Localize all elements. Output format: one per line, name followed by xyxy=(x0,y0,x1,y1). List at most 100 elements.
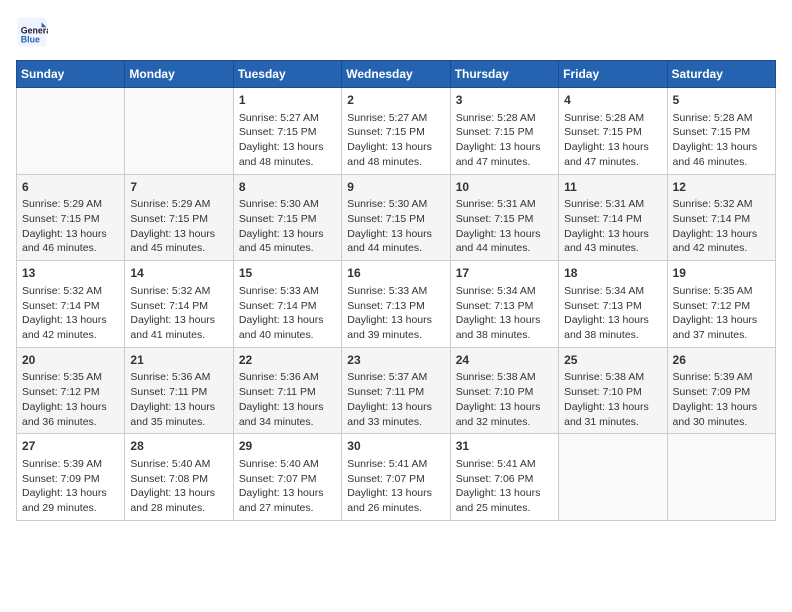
day-number: 8 xyxy=(239,179,336,196)
day-number: 9 xyxy=(347,179,444,196)
day-info: Sunrise: 5:34 AM Sunset: 7:13 PM Dayligh… xyxy=(564,285,649,341)
day-number: 3 xyxy=(456,92,553,109)
calendar-cell: 22 Sunrise: 5:36 AM Sunset: 7:11 PM Dayli… xyxy=(233,347,341,434)
day-info: Sunrise: 5:41 AM Sunset: 7:06 PM Dayligh… xyxy=(456,458,541,514)
day-info: Sunrise: 5:38 AM Sunset: 7:10 PM Dayligh… xyxy=(456,371,541,427)
day-number: 17 xyxy=(456,265,553,282)
day-number: 16 xyxy=(347,265,444,282)
svg-text:Blue: Blue xyxy=(21,34,40,44)
calendar-cell: 12 Sunrise: 5:32 AM Sunset: 7:14 PM Dayli… xyxy=(667,174,775,261)
day-info: Sunrise: 5:27 AM Sunset: 7:15 PM Dayligh… xyxy=(347,112,432,168)
calendar-cell: 7Sunrise: 5:29 AM Sunset: 7:15 PM Daylig… xyxy=(125,174,233,261)
day-info: Sunrise: 5:28 AM Sunset: 7:15 PM Dayligh… xyxy=(456,112,541,168)
calendar-cell: 3 Sunrise: 5:28 AM Sunset: 7:15 PM Daylig… xyxy=(450,88,558,175)
day-number: 20 xyxy=(22,352,119,369)
day-number: 24 xyxy=(456,352,553,369)
day-number: 15 xyxy=(239,265,336,282)
week-row-4: 20 Sunrise: 5:35 AM Sunset: 7:12 PM Dayli… xyxy=(17,347,776,434)
calendar-cell xyxy=(125,88,233,175)
day-info: Sunrise: 5:36 AM Sunset: 7:11 PM Dayligh… xyxy=(130,371,215,427)
calendar-cell: 14 Sunrise: 5:32 AM Sunset: 7:14 PM Dayli… xyxy=(125,261,233,348)
day-info: Sunrise: 5:27 AM Sunset: 7:15 PM Dayligh… xyxy=(239,112,324,168)
calendar-cell: 9 Sunrise: 5:30 AM Sunset: 7:15 PM Daylig… xyxy=(342,174,450,261)
day-info: Sunrise: 5:39 AM Sunset: 7:09 PM Dayligh… xyxy=(673,371,758,427)
day-number: 28 xyxy=(130,438,227,455)
calendar-cell: 24 Sunrise: 5:38 AM Sunset: 7:10 PM Dayli… xyxy=(450,347,558,434)
day-info: Sunrise: 5:32 AM Sunset: 7:14 PM Dayligh… xyxy=(130,285,215,341)
calendar-cell: 21 Sunrise: 5:36 AM Sunset: 7:11 PM Dayli… xyxy=(125,347,233,434)
calendar-cell xyxy=(17,88,125,175)
calendar-cell: 17 Sunrise: 5:34 AM Sunset: 7:13 PM Dayli… xyxy=(450,261,558,348)
day-number: 22 xyxy=(239,352,336,369)
day-info: Sunrise: 5:31 AM Sunset: 7:15 PM Dayligh… xyxy=(456,198,541,254)
day-number: 23 xyxy=(347,352,444,369)
day-number: 18 xyxy=(564,265,661,282)
header-friday: Friday xyxy=(559,61,667,88)
day-number: 13 xyxy=(22,265,119,282)
day-number: 25 xyxy=(564,352,661,369)
day-info: Sunrise: 5:34 AM Sunset: 7:13 PM Dayligh… xyxy=(456,285,541,341)
calendar-cell: 19 Sunrise: 5:35 AM Sunset: 7:12 PM Dayli… xyxy=(667,261,775,348)
header-monday: Monday xyxy=(125,61,233,88)
day-info: Sunrise: 5:40 AM Sunset: 7:07 PM Dayligh… xyxy=(239,458,324,514)
header-wednesday: Wednesday xyxy=(342,61,450,88)
day-info: Sunrise: 5:32 AM Sunset: 7:14 PM Dayligh… xyxy=(22,285,107,341)
days-header-row: SundayMondayTuesdayWednesdayThursdayFrid… xyxy=(17,61,776,88)
week-row-3: 13 Sunrise: 5:32 AM Sunset: 7:14 PM Dayli… xyxy=(17,261,776,348)
day-info: Sunrise: 5:30 AM Sunset: 7:15 PM Dayligh… xyxy=(239,198,324,254)
day-info: Sunrise: 5:35 AM Sunset: 7:12 PM Dayligh… xyxy=(673,285,758,341)
calendar-cell: 4Sunrise: 5:28 AM Sunset: 7:15 PM Daylig… xyxy=(559,88,667,175)
calendar-cell: 8 Sunrise: 5:30 AM Sunset: 7:15 PM Daylig… xyxy=(233,174,341,261)
week-row-5: 27 Sunrise: 5:39 AM Sunset: 7:09 PM Dayli… xyxy=(17,434,776,521)
calendar-cell: 11 Sunrise: 5:31 AM Sunset: 7:14 PM Dayli… xyxy=(559,174,667,261)
calendar-cell: 25Sunrise: 5:38 AM Sunset: 7:10 PM Dayli… xyxy=(559,347,667,434)
calendar-cell: 6 Sunrise: 5:29 AM Sunset: 7:15 PM Daylig… xyxy=(17,174,125,261)
calendar-cell: 10Sunrise: 5:31 AM Sunset: 7:15 PM Dayli… xyxy=(450,174,558,261)
day-info: Sunrise: 5:28 AM Sunset: 7:15 PM Dayligh… xyxy=(673,112,758,168)
day-info: Sunrise: 5:30 AM Sunset: 7:15 PM Dayligh… xyxy=(347,198,432,254)
calendar-cell: 15 Sunrise: 5:33 AM Sunset: 7:14 PM Dayli… xyxy=(233,261,341,348)
calendar-cell: 30 Sunrise: 5:41 AM Sunset: 7:07 PM Dayli… xyxy=(342,434,450,521)
day-number: 12 xyxy=(673,179,770,196)
calendar-cell: 16 Sunrise: 5:33 AM Sunset: 7:13 PM Dayli… xyxy=(342,261,450,348)
day-number: 30 xyxy=(347,438,444,455)
calendar-table: SundayMondayTuesdayWednesdayThursdayFrid… xyxy=(16,60,776,521)
calendar-cell: 26Sunrise: 5:39 AM Sunset: 7:09 PM Dayli… xyxy=(667,347,775,434)
day-info: Sunrise: 5:32 AM Sunset: 7:14 PM Dayligh… xyxy=(673,198,758,254)
day-number: 5 xyxy=(673,92,770,109)
header-thursday: Thursday xyxy=(450,61,558,88)
week-row-1: 1Sunrise: 5:27 AM Sunset: 7:15 PM Daylig… xyxy=(17,88,776,175)
day-info: Sunrise: 5:36 AM Sunset: 7:11 PM Dayligh… xyxy=(239,371,324,427)
calendar-cell: 18 Sunrise: 5:34 AM Sunset: 7:13 PM Dayli… xyxy=(559,261,667,348)
day-number: 2 xyxy=(347,92,444,109)
header-tuesday: Tuesday xyxy=(233,61,341,88)
day-number: 11 xyxy=(564,179,661,196)
calendar-cell: 13 Sunrise: 5:32 AM Sunset: 7:14 PM Dayli… xyxy=(17,261,125,348)
page-header: General Blue xyxy=(16,16,776,48)
day-info: Sunrise: 5:39 AM Sunset: 7:09 PM Dayligh… xyxy=(22,458,107,514)
day-info: Sunrise: 5:35 AM Sunset: 7:12 PM Dayligh… xyxy=(22,371,107,427)
day-info: Sunrise: 5:29 AM Sunset: 7:15 PM Dayligh… xyxy=(22,198,107,254)
day-number: 27 xyxy=(22,438,119,455)
calendar-cell xyxy=(559,434,667,521)
day-info: Sunrise: 5:29 AM Sunset: 7:15 PM Dayligh… xyxy=(130,198,215,254)
day-info: Sunrise: 5:33 AM Sunset: 7:13 PM Dayligh… xyxy=(347,285,432,341)
logo: General Blue xyxy=(16,16,52,48)
calendar-cell: 27 Sunrise: 5:39 AM Sunset: 7:09 PM Dayli… xyxy=(17,434,125,521)
day-info: Sunrise: 5:41 AM Sunset: 7:07 PM Dayligh… xyxy=(347,458,432,514)
day-info: Sunrise: 5:37 AM Sunset: 7:11 PM Dayligh… xyxy=(347,371,432,427)
day-number: 21 xyxy=(130,352,227,369)
calendar-cell: 23 Sunrise: 5:37 AM Sunset: 7:11 PM Dayli… xyxy=(342,347,450,434)
day-info: Sunrise: 5:33 AM Sunset: 7:14 PM Dayligh… xyxy=(239,285,324,341)
day-number: 14 xyxy=(130,265,227,282)
day-number: 19 xyxy=(673,265,770,282)
day-number: 29 xyxy=(239,438,336,455)
calendar-cell: 29 Sunrise: 5:40 AM Sunset: 7:07 PM Dayli… xyxy=(233,434,341,521)
calendar-cell: 1Sunrise: 5:27 AM Sunset: 7:15 PM Daylig… xyxy=(233,88,341,175)
calendar-cell: 28Sunrise: 5:40 AM Sunset: 7:08 PM Dayli… xyxy=(125,434,233,521)
calendar-cell: 5 Sunrise: 5:28 AM Sunset: 7:15 PM Daylig… xyxy=(667,88,775,175)
day-info: Sunrise: 5:31 AM Sunset: 7:14 PM Dayligh… xyxy=(564,198,649,254)
day-number: 6 xyxy=(22,179,119,196)
week-row-2: 6 Sunrise: 5:29 AM Sunset: 7:15 PM Daylig… xyxy=(17,174,776,261)
day-number: 4 xyxy=(564,92,661,109)
